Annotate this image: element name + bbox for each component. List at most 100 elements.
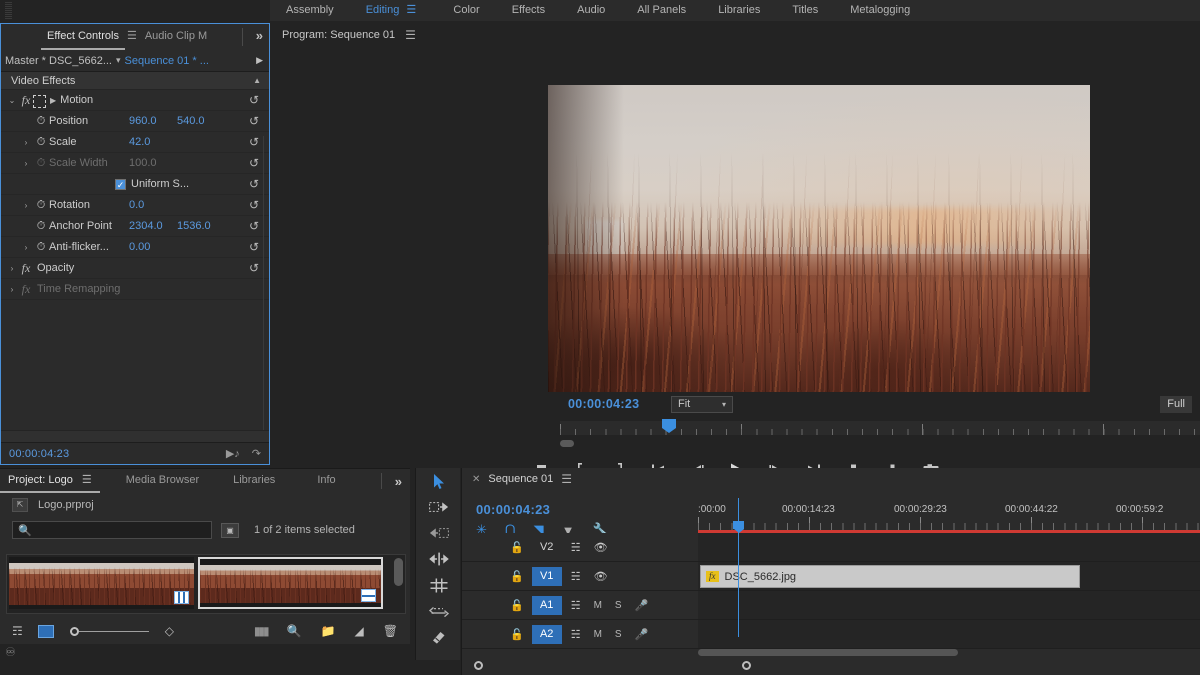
tab-info[interactable]: Info bbox=[309, 469, 343, 493]
lock-icon[interactable]: 🔓 bbox=[510, 599, 524, 612]
lock-icon[interactable]: 🔓 bbox=[510, 541, 524, 554]
solo-track-button[interactable]: S bbox=[615, 600, 622, 611]
track-body-v2[interactable] bbox=[698, 533, 1200, 561]
video-effects-section-header[interactable]: Video Effects ▲ bbox=[1, 72, 269, 90]
effect-row-scale-width[interactable]: › ⏱ Scale Width 100.0 ↺ bbox=[1, 153, 269, 174]
effect-row-anchor-point[interactable]: ⏱ Anchor Point 2304.0 1536.0 ↺ bbox=[1, 216, 269, 237]
track-header-a1[interactable]: 🔓 A1 ☵ M S 🎤 bbox=[462, 591, 698, 619]
anchor-x-value[interactable]: 2304.0 bbox=[129, 220, 163, 232]
chevron-overflow-icon[interactable]: » bbox=[395, 474, 402, 489]
disclosure-triangle-icon[interactable]: › bbox=[19, 201, 33, 210]
reset-icon[interactable]: ↺ bbox=[249, 156, 259, 170]
track-name-a1[interactable]: A1 bbox=[531, 595, 562, 615]
effect-row-uniform-scale[interactable]: ✓ Uniform S... ↺ bbox=[1, 174, 269, 195]
stopwatch-icon[interactable]: ⏱ bbox=[33, 241, 49, 254]
search-input[interactable]: 🔍 bbox=[12, 521, 212, 539]
list-item-footage[interactable] bbox=[9, 557, 194, 609]
disclosure-triangle-icon[interactable]: › bbox=[19, 138, 33, 147]
solo-track-button[interactable]: S bbox=[615, 629, 622, 640]
workspace-menu-icon[interactable]: ☰ bbox=[406, 0, 417, 21]
track-visibility-eye-icon[interactable]: 👁 bbox=[594, 541, 608, 554]
play-audio-icon[interactable]: ▶♪ bbox=[226, 447, 240, 460]
effect-row-time-remapping[interactable]: › fx Time Remapping bbox=[1, 279, 269, 300]
program-monitor-playhead[interactable] bbox=[662, 419, 676, 433]
effect-row-anti-flicker[interactable]: › ⏱ Anti-flicker... 0.00 ↺ bbox=[1, 237, 269, 258]
chevron-overflow-icon[interactable]: » bbox=[256, 28, 263, 43]
track-name-a2[interactable]: A2 bbox=[531, 624, 562, 644]
list-view-button[interactable]: ☶ bbox=[12, 624, 23, 638]
stopwatch-icon[interactable]: ⏱ bbox=[33, 199, 49, 212]
stopwatch-icon[interactable]: ⏱ bbox=[33, 157, 49, 170]
reset-icon[interactable]: ↺ bbox=[249, 114, 259, 128]
track-body-a2[interactable] bbox=[698, 620, 1200, 648]
zoom-slider[interactable] bbox=[69, 626, 149, 636]
scale-width-value[interactable]: 100.0 bbox=[129, 157, 157, 169]
new-bin-button[interactable]: 📁 bbox=[321, 624, 336, 638]
scale-value[interactable]: 42.0 bbox=[129, 136, 150, 148]
program-monitor-scrollbar[interactable] bbox=[560, 438, 1196, 448]
project-bin-scrollbar[interactable] bbox=[394, 558, 403, 608]
track-header-a2[interactable]: 🔓 A2 ☵ M S 🎤 bbox=[462, 620, 698, 648]
program-monitor-timecode[interactable]: 00:00:04:23 bbox=[568, 397, 639, 411]
workspace-tab-metalogging[interactable]: Metalogging bbox=[834, 0, 926, 21]
workspace-tab-libraries[interactable]: Libraries bbox=[702, 0, 776, 21]
search-field[interactable] bbox=[31, 524, 192, 536]
track-row-a2[interactable]: 🔓 A2 ☵ M S 🎤 bbox=[462, 620, 1200, 649]
project-panel-menu-icon[interactable]: ☰ bbox=[82, 474, 92, 486]
position-y-value[interactable]: 540.0 bbox=[177, 115, 205, 127]
track-select-forward-tool[interactable] bbox=[416, 494, 461, 520]
stopwatch-icon[interactable]: ⏱ bbox=[33, 136, 49, 149]
disclosure-triangle-icon[interactable]: › bbox=[5, 285, 19, 294]
rolling-edit-tool[interactable] bbox=[416, 572, 461, 598]
chevron-down-icon[interactable]: ▾ bbox=[116, 55, 121, 66]
scrollbar-knob[interactable] bbox=[698, 649, 958, 656]
new-item-button[interactable]: ◢ bbox=[355, 624, 364, 638]
anchor-y-value[interactable]: 1536.0 bbox=[177, 220, 211, 232]
playback-resolution-dropdown[interactable]: Full bbox=[1160, 396, 1192, 413]
timeline-clip-dsc5662[interactable]: fx DSC_5662.jpg bbox=[700, 565, 1080, 588]
workspace-tab-all-panels[interactable]: All Panels bbox=[621, 0, 702, 21]
ripple-edit-tool[interactable] bbox=[416, 546, 461, 572]
reset-icon[interactable]: ↺ bbox=[249, 93, 259, 107]
disclosure-triangle-icon[interactable]: › bbox=[19, 159, 33, 168]
slider-track[interactable] bbox=[78, 630, 149, 632]
track-row-a1[interactable]: 🔓 A1 ☵ M S 🎤 bbox=[462, 591, 1200, 620]
effect-controls-timecode[interactable]: 00:00:04:23 bbox=[9, 448, 69, 460]
razor-tool[interactable] bbox=[416, 624, 461, 650]
track-row-v1[interactable]: 🔓 V1 ☵ 👁 fx DSC_5662.jpg bbox=[462, 562, 1200, 591]
timeline-zoom-knob[interactable] bbox=[742, 661, 751, 670]
track-height-knob[interactable] bbox=[474, 661, 483, 670]
anti-flicker-value[interactable]: 0.00 bbox=[129, 241, 150, 253]
track-select-backward-tool[interactable] bbox=[416, 520, 461, 546]
chevron-right-icon[interactable]: ▶ bbox=[256, 55, 263, 66]
track-body-a1[interactable] bbox=[698, 591, 1200, 619]
program-monitor-time-ruler[interactable] bbox=[560, 421, 1200, 435]
uniform-scale-control[interactable]: ✓ Uniform S... bbox=[115, 178, 189, 190]
tab-libraries[interactable]: Libraries bbox=[225, 469, 283, 493]
voice-over-record-icon[interactable]: 🎤 bbox=[635, 599, 649, 612]
tab-audio-clip-mixer[interactable]: Audio Clip M bbox=[139, 24, 213, 50]
timeline-tab-label[interactable]: Sequence 01 bbox=[488, 473, 553, 485]
track-header-v1[interactable]: 🔓 V1 ☵ 👁 bbox=[462, 562, 698, 590]
reset-icon[interactable]: ↺ bbox=[249, 240, 259, 254]
zoom-level-dropdown[interactable]: Fit ▾ bbox=[671, 396, 733, 413]
workspace-tab-assembly[interactable]: Assembly bbox=[270, 0, 350, 21]
workspace-tab-effects[interactable]: Effects bbox=[496, 0, 561, 21]
slider-knob[interactable] bbox=[69, 626, 79, 636]
automate-to-sequence-button[interactable]: ▮▮▮ bbox=[254, 624, 270, 638]
voice-over-record-icon[interactable]: 🎤 bbox=[635, 628, 649, 641]
scrollbar-knob[interactable] bbox=[394, 558, 403, 586]
workspace-tab-color[interactable]: Color bbox=[437, 0, 495, 21]
track-name-v1[interactable]: V1 bbox=[531, 566, 562, 586]
mute-track-button[interactable]: M bbox=[594, 629, 602, 640]
lock-icon[interactable]: 🔓 bbox=[510, 570, 524, 583]
mute-track-button[interactable]: M bbox=[594, 600, 602, 611]
track-row-v2[interactable]: 🔓 V2 ☵ 👁 bbox=[462, 533, 1200, 562]
timeline-time-ruler[interactable]: :00:00 00:00:14:23 00:00:29:23 00:00:44:… bbox=[698, 502, 1200, 530]
selection-tool[interactable] bbox=[416, 468, 461, 494]
disclosure-triangle-icon[interactable]: ⌄ bbox=[5, 96, 19, 105]
effect-row-rotation[interactable]: › ⏱ Rotation 0.0 ↺ bbox=[1, 195, 269, 216]
stopwatch-icon[interactable]: ⏱ bbox=[33, 220, 49, 233]
program-monitor-menu-icon[interactable]: ☰ bbox=[405, 28, 416, 42]
workspace-tab-editing[interactable]: Editing ☰ bbox=[350, 0, 438, 21]
